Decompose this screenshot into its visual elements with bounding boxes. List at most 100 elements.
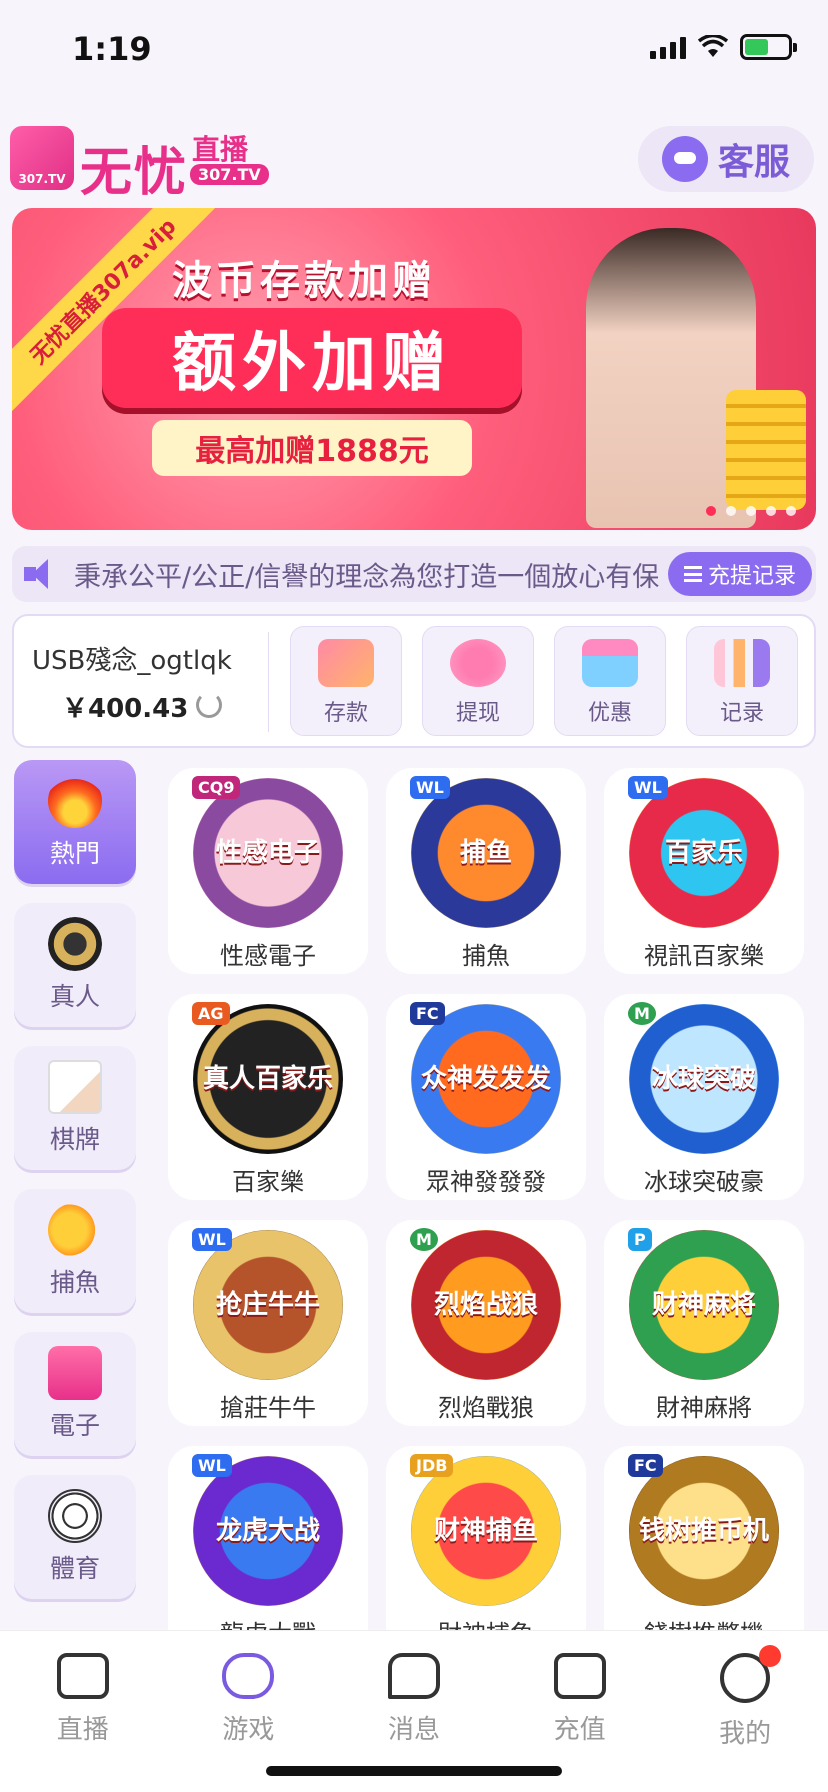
- notice-marquee: 秉承公平/公正/信譽的理念為您打造一個放心有保 充提记录: [12, 546, 816, 602]
- promotions-label: 优惠: [587, 701, 632, 726]
- money-bag-icon: [450, 639, 506, 687]
- speaker-icon: [24, 559, 58, 589]
- provider-tag: AG: [192, 1002, 230, 1025]
- game-card[interactable]: 百家乐 WL 視訊百家樂: [604, 768, 804, 974]
- tab-label: 游戏: [222, 1715, 275, 1745]
- game-card[interactable]: 真人百家乐 AG 百家樂: [168, 994, 368, 1200]
- provider-tag: FC: [628, 1454, 663, 1477]
- category-fishing[interactable]: 捕魚: [14, 1189, 136, 1313]
- game-name: 冰球突破豪: [644, 1168, 764, 1196]
- provider-tag: CQ9: [192, 776, 241, 799]
- banner-dot[interactable]: [786, 506, 796, 516]
- provider-tag: WL: [192, 1228, 232, 1251]
- provider-tag: JDB: [410, 1454, 454, 1477]
- tab-label: 消息: [387, 1715, 440, 1745]
- category-label: 真人: [49, 982, 100, 1011]
- game-card[interactable]: 抢庄牛牛 WL 搶莊牛牛: [168, 1220, 368, 1426]
- provider-tag: M: [410, 1228, 438, 1251]
- deposit-label: 存款: [323, 701, 368, 726]
- game-card[interactable]: 捕鱼 WL 捕魚: [386, 768, 586, 974]
- game-card[interactable]: 龙虎大战 WL 龍虎大戰: [168, 1446, 368, 1652]
- game-name: 捕魚: [462, 942, 510, 970]
- category-live[interactable]: 真人: [14, 903, 136, 1027]
- game-card[interactable]: 性感电子 CQ9 性感電子: [168, 768, 368, 974]
- game-thumbnail: 龙虎大战: [193, 1456, 343, 1606]
- tab-label: 我的: [719, 1719, 772, 1749]
- game-thumbnail: 众神发发发: [411, 1004, 561, 1154]
- category-sidebar: 熱門 真人 棋牌 捕魚 電子 體育: [14, 760, 138, 1618]
- username: USB殘念_ogtlqk: [32, 646, 232, 676]
- game-thumbnail: 真人百家乐: [193, 1004, 343, 1154]
- provider-tag: WL: [410, 776, 450, 799]
- logo-title: 无忧: [80, 143, 189, 203]
- banner-headline: 额外加赠: [102, 308, 522, 408]
- gift-icon: [582, 639, 638, 687]
- status-icons: [650, 34, 797, 60]
- wallet-icon: [553, 1653, 606, 1699]
- notification-badge: [759, 1645, 782, 1667]
- category-hot[interactable]: 熱門: [14, 760, 136, 884]
- divider: [268, 632, 269, 732]
- game-card[interactable]: 财神捕鱼 JDB 財神捕魚: [386, 1446, 586, 1652]
- banner-dot[interactable]: [766, 506, 776, 516]
- chart-icon: [714, 639, 770, 687]
- game-thumbnail: 钱树推币机: [629, 1456, 779, 1606]
- wifi-icon: [698, 35, 728, 57]
- banner-dot[interactable]: [706, 506, 716, 516]
- message-icon: [387, 1653, 440, 1699]
- category-label: 棋牌: [49, 1125, 100, 1154]
- game-thumbnail: 财神捕鱼: [411, 1456, 561, 1606]
- logo-icon: 307.TV: [10, 126, 74, 190]
- banner-dot[interactable]: [746, 506, 756, 516]
- balance: ￥400.43: [62, 694, 189, 724]
- game-thumbnail: 烈焰战狼: [411, 1230, 561, 1380]
- game-card[interactable]: 众神发发发 FC 眾神發發發: [386, 994, 586, 1200]
- battery-icon: [740, 34, 797, 60]
- record-button-label: 充提记录: [707, 564, 796, 589]
- banner-coins-image: [726, 390, 806, 510]
- list-icon: [683, 566, 702, 582]
- category-label: 電子: [49, 1411, 100, 1440]
- wallet-panel: USB殘念_ogtlqk ￥400.43 存款 提现 优惠 记录: [12, 614, 816, 748]
- refresh-icon[interactable]: [196, 692, 222, 718]
- category-label: 體育: [49, 1554, 100, 1583]
- category-label: 捕魚: [49, 1268, 100, 1297]
- logo-badge: 307.TV: [190, 164, 269, 185]
- soccer-ball-icon: [48, 1489, 102, 1543]
- gamepad-icon: [222, 1653, 275, 1699]
- banner-title: 波币存款加赠: [172, 258, 436, 304]
- tab-profile[interactable]: 我的: [685, 1645, 805, 1792]
- promotions-button[interactable]: 优惠: [554, 626, 666, 736]
- banner-dot[interactable]: [726, 506, 736, 516]
- provider-tag: WL: [628, 776, 668, 799]
- game-thumbnail: 抢庄牛牛: [193, 1230, 343, 1380]
- withdraw-label: 提现: [455, 701, 500, 726]
- deposit-button[interactable]: 存款: [290, 626, 402, 736]
- game-card[interactable]: 财神麻将 P 財神麻將: [604, 1220, 804, 1426]
- customer-service-button[interactable]: 客服: [638, 126, 814, 192]
- fish-icon: [48, 1203, 102, 1257]
- category-sports[interactable]: 體育: [14, 1475, 136, 1599]
- banner-pagination[interactable]: [706, 506, 796, 516]
- game-thumbnail: 财神麻将: [629, 1230, 779, 1380]
- game-card[interactable]: 冰球突破 M 冰球突破豪: [604, 994, 804, 1200]
- game-card[interactable]: 烈焰战狼 M 烈焰戰狼: [386, 1220, 586, 1426]
- poker-card-icon: [48, 1060, 102, 1114]
- promo-banner[interactable]: 无忧直播307a.vip 波币存款加赠 额外加赠 最高加赠1888元: [12, 208, 816, 530]
- game-thumbnail: 冰球突破: [629, 1004, 779, 1154]
- deposit-withdraw-record-button[interactable]: 充提记录: [668, 552, 812, 596]
- tab-live[interactable]: 直播: [23, 1653, 143, 1792]
- withdraw-button[interactable]: 提现: [422, 626, 534, 736]
- game-name: 財神麻將: [656, 1394, 752, 1422]
- signal-icon: [650, 35, 686, 59]
- wallet-actions: 存款 提现 优惠 记录: [290, 626, 798, 736]
- tab-label: 直播: [56, 1715, 109, 1745]
- records-button[interactable]: 记录: [686, 626, 798, 736]
- category-slots[interactable]: 電子: [14, 1332, 136, 1456]
- game-card[interactable]: 钱树推币机 FC 錢樹推幣機: [604, 1446, 804, 1652]
- app-header: 307.TV 无忧 直播 307.TV 客服: [0, 120, 828, 203]
- category-cards[interactable]: 棋牌: [14, 1046, 136, 1170]
- home-indicator[interactable]: [266, 1766, 562, 1776]
- tab-label: 充值: [553, 1715, 606, 1745]
- casino-chip-icon: [48, 917, 102, 971]
